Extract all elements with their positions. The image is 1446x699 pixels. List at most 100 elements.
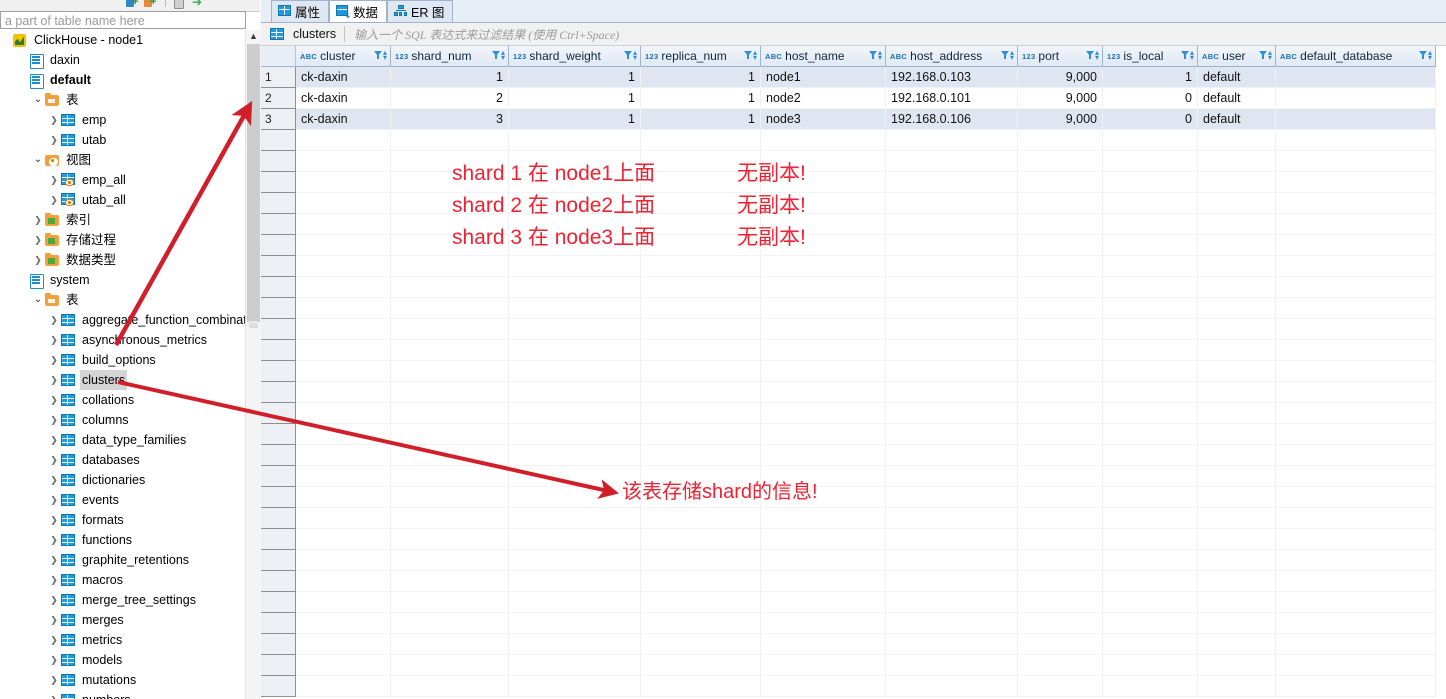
- cell-shard_num[interactable]: 3: [391, 109, 509, 130]
- chevron-right-icon[interactable]: ❯: [48, 370, 60, 390]
- tree-item-存储过程[interactable]: ❯ 存储过程: [0, 230, 245, 250]
- chevron-down-icon[interactable]: ⌄: [32, 150, 44, 170]
- tree-item-functions[interactable]: ❯ functions: [0, 530, 245, 550]
- tree-item-表[interactable]: ⌄ 表: [0, 90, 245, 110]
- tree-item-system[interactable]: system: [0, 270, 245, 290]
- column-header-shard_num[interactable]: 123 shard_num ▴ ▾: [391, 46, 509, 67]
- new-object-icon[interactable]: +: [144, 0, 157, 9]
- chevron-right-icon[interactable]: ❯: [48, 630, 60, 650]
- column-header-cluster[interactable]: ABC cluster ▴ ▾: [296, 46, 391, 67]
- row-number[interactable]: 3: [261, 109, 296, 130]
- chevron-right-icon[interactable]: ❯: [48, 310, 60, 330]
- chevron-right-icon[interactable]: ❯: [32, 250, 44, 270]
- tree-item-databases[interactable]: ❯ databases: [0, 450, 245, 470]
- tree-item-数据类型[interactable]: ❯ 数据类型: [0, 250, 245, 270]
- row-number-empty[interactable]: [261, 634, 296, 655]
- tree-item-default[interactable]: default: [0, 70, 245, 90]
- chevron-right-icon[interactable]: ❯: [48, 130, 60, 150]
- cell-host_name[interactable]: node1: [761, 67, 886, 88]
- new-connection-icon[interactable]: +: [126, 0, 139, 9]
- cell-shard_weight[interactable]: 1: [509, 88, 641, 109]
- chevron-right-icon[interactable]: ❯: [48, 590, 60, 610]
- table-row[interactable]: ck-daxin 3 1 1 node3 192.168.0.106 9,000 0 defau…: [296, 109, 1436, 130]
- cell-cluster[interactable]: ck-daxin: [296, 88, 391, 109]
- filter-sort-icon[interactable]: ▴ ▾: [1181, 49, 1194, 62]
- tree-item-asynchronous_metrics[interactable]: ❯ asynchronous_metrics: [0, 330, 245, 350]
- column-header-host_address[interactable]: ABC host_address ▴ ▾: [886, 46, 1018, 67]
- navigator-vertical-scrollbar[interactable]: ▲: [245, 30, 261, 699]
- row-number-empty[interactable]: [261, 403, 296, 424]
- cell-shard_num[interactable]: 2: [391, 88, 509, 109]
- filter-sort-icon[interactable]: ▴ ▾: [1259, 49, 1272, 62]
- chevron-right-icon[interactable]: ❯: [48, 110, 60, 130]
- cell-shard_num[interactable]: 1: [391, 67, 509, 88]
- row-number-empty[interactable]: [261, 655, 296, 676]
- row-number-empty[interactable]: [261, 193, 296, 214]
- row-number-empty[interactable]: [261, 676, 296, 697]
- cell-is_local[interactable]: 1: [1103, 67, 1198, 88]
- filter-sort-icon[interactable]: ▴ ▾: [1001, 49, 1014, 62]
- tree-item-merge_tree_settings[interactable]: ❯ merge_tree_settings: [0, 590, 245, 610]
- tree-item-clickhouse---node1[interactable]: ClickHouse - node1: [0, 30, 245, 50]
- cell-host_address[interactable]: 192.168.0.106: [886, 109, 1018, 130]
- cell-replica_num[interactable]: 1: [641, 109, 761, 130]
- row-number-empty[interactable]: [261, 550, 296, 571]
- row-number-empty[interactable]: [261, 613, 296, 634]
- filter-table-name[interactable]: clusters: [261, 27, 344, 41]
- cell-user[interactable]: default: [1198, 67, 1276, 88]
- cell-port[interactable]: 9,000: [1018, 67, 1103, 88]
- cell-replica_num[interactable]: 1: [641, 67, 761, 88]
- cell-shard_weight[interactable]: 1: [509, 67, 641, 88]
- row-number-empty[interactable]: [261, 382, 296, 403]
- row-number-empty[interactable]: [261, 214, 296, 235]
- tree-item-data_type_families[interactable]: ❯ data_type_families: [0, 430, 245, 450]
- chevron-right-icon[interactable]: ❯: [48, 390, 60, 410]
- cell-user[interactable]: default: [1198, 88, 1276, 109]
- scroll-up-icon[interactable]: ▲: [246, 30, 261, 43]
- tree-item-collations[interactable]: ❯ collations: [0, 390, 245, 410]
- row-number-empty[interactable]: [261, 466, 296, 487]
- cell-cluster[interactable]: ck-daxin: [296, 67, 391, 88]
- navigator-filter-input[interactable]: a part of table name here: [0, 11, 246, 29]
- tree-item-utab_all[interactable]: ❯ utab_all: [0, 190, 245, 210]
- filter-sort-icon[interactable]: ▴ ▾: [869, 49, 882, 62]
- tree-item-models[interactable]: ❯ models: [0, 650, 245, 670]
- column-header-is_local[interactable]: 123 is_local ▴ ▾: [1103, 46, 1198, 67]
- filter-sort-icon[interactable]: ▴ ▾: [744, 49, 757, 62]
- column-header-replica_num[interactable]: 123 replica_num ▴ ▾: [641, 46, 761, 67]
- cell-port[interactable]: 9,000: [1018, 88, 1103, 109]
- tree-item-dictionaries[interactable]: ❯ dictionaries: [0, 470, 245, 490]
- row-number-empty[interactable]: [261, 508, 296, 529]
- cell-host_address[interactable]: 192.168.0.103: [886, 67, 1018, 88]
- tab-properties[interactable]: 属性: [271, 0, 329, 22]
- cell-cluster[interactable]: ck-daxin: [296, 109, 391, 130]
- chevron-right-icon[interactable]: ❯: [48, 690, 60, 699]
- filter-sort-icon[interactable]: ▴ ▾: [1086, 49, 1099, 62]
- tree-item-formats[interactable]: ❯ formats: [0, 510, 245, 530]
- scrollbar-thumb[interactable]: [247, 44, 260, 322]
- column-header-user[interactable]: ABC user ▴ ▾: [1198, 46, 1276, 67]
- cell-default_database[interactable]: [1276, 88, 1436, 109]
- row-number-empty[interactable]: [261, 256, 296, 277]
- table-row[interactable]: ck-daxin 1 1 1 node1 192.168.0.103 9,000 1 defau…: [296, 67, 1436, 88]
- row-number-empty[interactable]: [261, 151, 296, 172]
- column-header-host_name[interactable]: ABC host_name ▴ ▾: [761, 46, 886, 67]
- filter-sort-icon[interactable]: ▴ ▾: [1419, 49, 1432, 62]
- tab-er-diagram[interactable]: ER 图: [387, 0, 453, 22]
- chevron-down-icon[interactable]: ⌄: [32, 90, 44, 110]
- chevron-right-icon[interactable]: ❯: [48, 330, 60, 350]
- tree-item-merges[interactable]: ❯ merges: [0, 610, 245, 630]
- cell-default_database[interactable]: [1276, 109, 1436, 130]
- chevron-right-icon[interactable]: ❯: [48, 670, 60, 690]
- row-number[interactable]: 1: [261, 67, 296, 88]
- cell-host_address[interactable]: 192.168.0.101: [886, 88, 1018, 109]
- filter-sort-icon[interactable]: ▴ ▾: [374, 49, 387, 62]
- filter-sort-icon[interactable]: ▴ ▾: [624, 49, 637, 62]
- row-number-empty[interactable]: [261, 424, 296, 445]
- database-tree[interactable]: ClickHouse - node1 daxin default ⌄ 表 ❯ emp ❯ uta…: [0, 30, 245, 699]
- chevron-right-icon[interactable]: ❯: [48, 570, 60, 590]
- tree-item-metrics[interactable]: ❯ metrics: [0, 630, 245, 650]
- chevron-right-icon[interactable]: ❯: [48, 450, 60, 470]
- table-row[interactable]: ck-daxin 2 1 1 node2 192.168.0.101 9,000 0 defau…: [296, 88, 1436, 109]
- chevron-right-icon[interactable]: ❯: [48, 190, 60, 210]
